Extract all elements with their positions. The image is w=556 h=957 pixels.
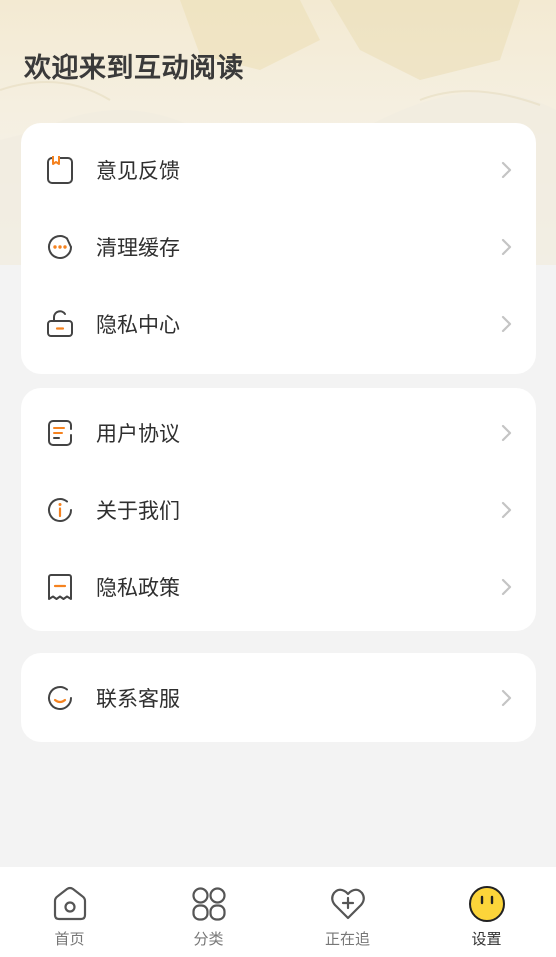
menu-item-label: 关于我们 — [96, 498, 180, 523]
menu-item-feedback[interactable]: 意见反馈 — [21, 131, 536, 208]
menu-item-about-us[interactable]: 关于我们 — [21, 471, 536, 548]
menu-item-label: 意见反馈 — [96, 158, 180, 183]
grid-icon — [191, 887, 226, 921]
feedback-bookmark-icon — [45, 155, 75, 185]
tab-label: 正在追 — [324, 930, 370, 948]
tab-following[interactable]: 正在追 — [278, 867, 417, 957]
menu-item-contact-support[interactable]: 联系客服 — [21, 653, 536, 742]
smile-icon — [45, 683, 75, 713]
receipt-icon — [45, 572, 75, 602]
menu-item-label: 隐私政策 — [96, 575, 180, 600]
tab-home[interactable]: 首页 — [0, 867, 139, 957]
chat-dots-icon — [45, 232, 75, 262]
chevron-right-icon — [501, 501, 512, 518]
menu-item-label: 清理缓存 — [96, 235, 180, 260]
settings-card-1: 意见反馈 清理缓存 隐私中心 — [21, 123, 536, 374]
tab-category[interactable]: 分类 — [139, 867, 278, 957]
tab-label: 分类 — [193, 930, 224, 948]
tab-label: 设置 — [471, 930, 502, 948]
bottom-tab-bar: 首页 分类 正在追 设置 — [0, 867, 556, 957]
chevron-right-icon — [501, 315, 512, 332]
settings-card-2: 用户协议 关于我们 隐私政策 — [21, 388, 536, 631]
settings-card-3: 联系客服 — [21, 653, 536, 742]
menu-item-clear-cache[interactable]: 清理缓存 — [21, 208, 536, 285]
chevron-right-icon — [501, 238, 512, 255]
menu-item-label: 隐私中心 — [96, 312, 180, 337]
lock-icon — [45, 309, 75, 339]
heart-plus-icon — [330, 888, 365, 920]
chevron-right-icon — [501, 689, 512, 706]
chevron-right-icon — [501, 424, 512, 441]
info-icon — [45, 495, 75, 525]
menu-item-user-agreement[interactable]: 用户协议 — [21, 394, 536, 471]
document-icon — [45, 418, 75, 448]
menu-item-label: 联系客服 — [96, 686, 180, 711]
tab-settings[interactable]: 设置 — [417, 867, 556, 957]
tab-label: 首页 — [54, 930, 85, 948]
chevron-right-icon — [501, 161, 512, 178]
page-title: 欢迎来到互动阅读 — [24, 53, 244, 84]
face-icon — [468, 886, 505, 922]
menu-item-privacy-center[interactable]: 隐私中心 — [21, 285, 536, 362]
menu-item-privacy-policy[interactable]: 隐私政策 — [21, 548, 536, 625]
chevron-right-icon — [501, 578, 512, 595]
home-icon — [53, 886, 86, 921]
menu-item-label: 用户协议 — [96, 421, 180, 446]
